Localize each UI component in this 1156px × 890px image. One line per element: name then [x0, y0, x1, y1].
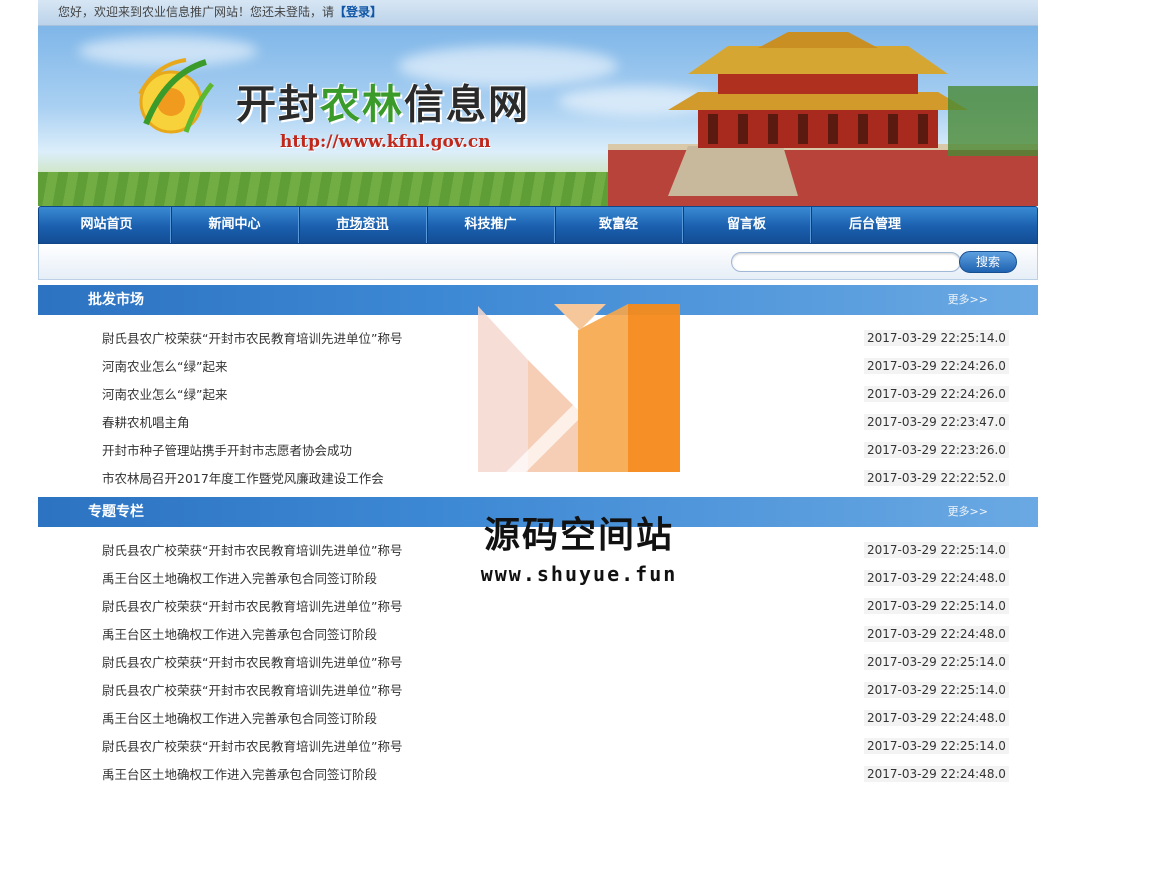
list-item: 禹王台区土地确权工作进入完善承包合同签订阶段 2017-03-29 22:24:…	[38, 619, 1038, 647]
list-item-title[interactable]: 河南农业怎么“绿”起来	[102, 384, 227, 403]
list-item: 市农林局召开2017年度工作暨党风廉政建设工作会 2017-03-29 22:2…	[38, 463, 1038, 491]
list-item-time: 2017-03-29 22:25:14.0	[864, 598, 1009, 614]
list-item-title[interactable]: 尉氏县农广校荣获“开封市农民教育培训先进单位”称号	[102, 328, 402, 347]
section-header-wholesale: 批发市场 更多>>	[38, 285, 1038, 315]
list-item-title[interactable]: 尉氏县农广校荣获“开封市农民教育培训先进单位”称号	[102, 736, 402, 755]
list-item-time: 2017-03-29 22:25:14.0	[864, 542, 1009, 558]
list-item: 尉氏县农广校荣获“开封市农民教育培训先进单位”称号 2017-03-29 22:…	[38, 731, 1038, 759]
list-item-title[interactable]: 尉氏县农广校荣获“开封市农民教育培训先进单位”称号	[102, 680, 402, 699]
list-item-time: 2017-03-29 22:24:48.0	[864, 570, 1009, 586]
list-item-title[interactable]: 市农林局召开2017年度工作暨党风廉政建设工作会	[102, 468, 384, 487]
list-item: 尉氏县农广校荣获“开封市农民教育培训先进单位”称号 2017-03-29 22:…	[38, 323, 1038, 351]
section-title: 批发市场	[88, 292, 144, 308]
nav-item-wealth[interactable]: 致富经	[555, 207, 683, 243]
city-gate-image	[608, 32, 1038, 206]
list-item-time: 2017-03-29 22:23:26.0	[864, 442, 1009, 458]
section-header-topics: 专题专栏 更多>>	[38, 497, 1038, 527]
list-item-time: 2017-03-29 22:22:52.0	[864, 470, 1009, 486]
list-item-time: 2017-03-29 22:24:48.0	[864, 710, 1009, 726]
list-item-time: 2017-03-29 22:24:26.0	[864, 358, 1009, 374]
more-link[interactable]: 更多>>	[948, 497, 988, 527]
login-link[interactable]: 【登录】	[334, 5, 382, 19]
page-container: 您好，欢迎来到农业信息推广网站！您还未登陆，请【登录】 开封农林信息网 http…	[38, 0, 1038, 793]
list-item-time: 2017-03-29 22:24:48.0	[864, 766, 1009, 782]
search-button[interactable]: 搜索	[959, 251, 1017, 273]
list-item-title[interactable]: 禹王台区土地确权工作进入完善承包合同签订阶段	[102, 708, 377, 727]
news-list-topics: 尉氏县农广校荣获“开封市农民教育培训先进单位”称号 2017-03-29 22:…	[38, 527, 1038, 793]
list-item: 春耕农机唱主角 2017-03-29 22:23:47.0	[38, 407, 1038, 435]
list-item-time: 2017-03-29 22:25:14.0	[864, 654, 1009, 670]
nav-item-admin[interactable]: 后台管理	[811, 207, 939, 243]
site-name-part1: 开封	[236, 81, 320, 128]
nav-item-news[interactable]: 新闻中心	[171, 207, 299, 243]
site-name-part2: 农林	[320, 81, 404, 128]
list-item-title[interactable]: 春耕农机唱主角	[102, 412, 190, 431]
site-name-part3: 信息网	[404, 81, 530, 128]
list-item-title[interactable]: 开封市种子管理站携手开封市志愿者协会成功	[102, 440, 352, 459]
list-item-title[interactable]: 尉氏县农广校荣获“开封市农民教育培训先进单位”称号	[102, 540, 402, 559]
list-item-title[interactable]: 禹王台区土地确权工作进入完善承包合同签订阶段	[102, 764, 377, 783]
list-item: 河南农业怎么“绿”起来 2017-03-29 22:24:26.0	[38, 379, 1038, 407]
nav-item-market[interactable]: 市场资讯	[299, 207, 427, 243]
list-item: 禹王台区土地确权工作进入完善承包合同签订阶段 2017-03-29 22:24:…	[38, 563, 1038, 591]
list-item: 河南农业怎么“绿”起来 2017-03-29 22:24:26.0	[38, 351, 1038, 379]
list-item: 禹王台区土地确权工作进入完善承包合同签订阶段 2017-03-29 22:24:…	[38, 759, 1038, 787]
list-item-time: 2017-03-29 22:25:14.0	[864, 738, 1009, 754]
list-item: 尉氏县农广校荣获“开封市农民教育培训先进单位”称号 2017-03-29 22:…	[38, 535, 1038, 563]
list-item: 开封市种子管理站携手开封市志愿者协会成功 2017-03-29 22:23:26…	[38, 435, 1038, 463]
list-item: 尉氏县农广校荣获“开封市农民教育培训先进单位”称号 2017-03-29 22:…	[38, 591, 1038, 619]
wheat-logo-icon	[138, 58, 214, 134]
nav-item-tech[interactable]: 科技推广	[427, 207, 555, 243]
list-item-time: 2017-03-29 22:25:14.0	[864, 682, 1009, 698]
list-item: 尉氏县农广校荣获“开封市农民教育培训先进单位”称号 2017-03-29 22:…	[38, 675, 1038, 703]
list-item: 尉氏县农广校荣获“开封市农民教育培训先进单位”称号 2017-03-29 22:…	[38, 647, 1038, 675]
list-item-title[interactable]: 禹王台区土地确权工作进入完善承包合同签订阶段	[102, 624, 377, 643]
list-item-time: 2017-03-29 22:24:48.0	[864, 626, 1009, 642]
list-item-title[interactable]: 禹王台区土地确权工作进入完善承包合同签订阶段	[102, 568, 377, 587]
list-item: 禹王台区土地确权工作进入完善承包合同签订阶段 2017-03-29 22:24:…	[38, 703, 1038, 731]
search-bar: 搜索	[38, 244, 1038, 280]
site-url: http://www.kfnl.gov.cn	[280, 132, 491, 152]
field-graphic	[38, 172, 688, 206]
list-item-title[interactable]: 河南农业怎么“绿”起来	[102, 356, 227, 375]
greeting-text: 您好，欢迎来到农业信息推广网站！您还未登陆，请	[58, 5, 335, 19]
top-bar: 您好，欢迎来到农业信息推广网站！您还未登陆，请【登录】	[38, 0, 1038, 26]
list-item-time: 2017-03-29 22:25:14.0	[864, 330, 1009, 346]
nav-item-guestbook[interactable]: 留言板	[683, 207, 811, 243]
search-input[interactable]	[731, 252, 961, 272]
list-item-title[interactable]: 尉氏县农广校荣获“开封市农民教育培训先进单位”称号	[102, 652, 402, 671]
news-list-wholesale: 尉氏县农广校荣获“开封市农民教育培训先进单位”称号 2017-03-29 22:…	[38, 315, 1038, 497]
header-banner: 开封农林信息网 http://www.kfnl.gov.cn	[38, 26, 1038, 206]
main-nav: 网站首页 新闻中心 市场资讯 科技推广 致富经 留言板 后台管理	[38, 206, 1038, 244]
more-link[interactable]: 更多>>	[948, 285, 988, 315]
list-item-title[interactable]: 尉氏县农广校荣获“开封市农民教育培训先进单位”称号	[102, 596, 402, 615]
list-item-time: 2017-03-29 22:24:26.0	[864, 386, 1009, 402]
section-title: 专题专栏	[88, 504, 144, 520]
nav-item-home[interactable]: 网站首页	[43, 207, 171, 243]
site-name: 开封农林信息网	[236, 72, 530, 130]
list-item-time: 2017-03-29 22:23:47.0	[864, 414, 1009, 430]
